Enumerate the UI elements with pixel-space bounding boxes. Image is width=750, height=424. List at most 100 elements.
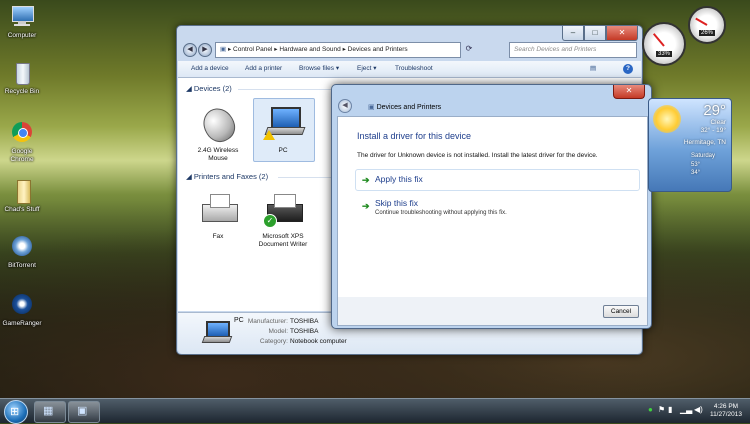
tray-flag-icon[interactable]: ⚑	[658, 405, 665, 414]
cpu-meter-gadget[interactable]: 33%	[642, 22, 686, 66]
system-clock[interactable]: 4:26 PM 11/27/2013	[710, 403, 742, 419]
group-title: Devices (2)	[193, 84, 232, 93]
breadcrumb-devices-printers[interactable]: Devices and Printers	[348, 46, 408, 53]
maximize-button[interactable]: □	[584, 26, 606, 41]
start-button[interactable]: ⊞	[4, 400, 28, 424]
forward-button[interactable]: ▶	[198, 43, 212, 57]
desktop-icon-recycle-bin[interactable]: Recycle Bin	[0, 60, 44, 96]
clock-time: 4:26 PM	[713, 403, 739, 410]
dialog-back-button[interactable]: ◀	[338, 99, 352, 113]
forecast-high: 53°	[691, 162, 701, 168]
browse-files-label: Browse files	[299, 65, 335, 72]
chevron-down-icon: ▾	[335, 65, 340, 72]
desktop-icon-bittorrent[interactable]: BitTorrent	[0, 234, 44, 270]
printer-fax[interactable]: Fax	[188, 190, 248, 241]
command-bar: Add a device Add a printer Browse files …	[178, 61, 641, 78]
search-placeholder: Search Devices and Printers	[514, 46, 597, 53]
add-printer-button[interactable]: Add a printer	[245, 61, 282, 77]
desktop-icon-gameranger[interactable]: GameRanger	[0, 292, 44, 328]
desktop-icon-folder[interactable]: Chad's Stuff	[0, 178, 44, 214]
weather-condition: Clear	[710, 119, 726, 126]
option-title: Skip this fix	[375, 198, 418, 208]
breadcrumb-control-panel[interactable]: Control Panel	[233, 46, 272, 53]
skip-fix-option[interactable]: ➔ Skip this fix Continue troubleshooting…	[355, 195, 640, 223]
chrome-icon	[9, 120, 35, 146]
manufacturer-label: Manufacturer:	[247, 318, 288, 325]
category-label: Category:	[259, 338, 288, 345]
desktop-icon-computer[interactable]: Computer	[0, 4, 44, 40]
cpu-percent: 33%	[656, 51, 673, 57]
group-header-printers[interactable]: ◢ Printers and Faxes (2)	[186, 172, 268, 181]
eject-button[interactable]: Eject ▾	[357, 61, 377, 77]
eject-label: Eject	[357, 65, 372, 72]
default-check-icon: ✓	[263, 214, 277, 228]
search-input[interactable]: Search Devices and Printers	[509, 42, 637, 58]
temp-range: 32° - 19°	[700, 127, 726, 134]
recycle-bin-icon	[9, 60, 35, 86]
ram-percent: 26%	[699, 30, 716, 36]
device-mouse[interactable]: 2.4G Wireless Mouse	[188, 102, 248, 163]
troubleshooter-icon: ▣	[368, 104, 375, 111]
address-field[interactable]: ▣ ▸ Control Panel ▸ Hardware and Sound ▸…	[215, 42, 461, 58]
troubleshoot-button[interactable]: Troubleshoot	[395, 61, 433, 77]
laptop-icon	[201, 319, 233, 345]
warning-icon	[263, 130, 275, 140]
desktop-icon-label: Google Chrome	[10, 148, 34, 163]
mouse-icon	[196, 102, 241, 148]
forecast-low: 34°	[691, 170, 701, 176]
refresh-icon[interactable]: ⟳	[463, 43, 475, 55]
address-separator: ▸	[274, 46, 278, 53]
apply-fix-option[interactable]: ➔ Apply this fix	[355, 169, 640, 191]
windows-logo-icon: ⊞	[10, 406, 20, 418]
dialog-heading: Install a driver for this device	[357, 131, 472, 141]
dialog-body: Install a driver for this device The dri…	[337, 116, 648, 298]
taskbar: ⊞ ▦ ▣ ● ⚑ ▮ ▁▃ ◀) 4:26 PM 11/27/2013	[0, 398, 750, 424]
device-label: 2.4G Wireless Mouse	[197, 147, 239, 162]
model-label: Model:	[268, 328, 288, 335]
browse-files-button[interactable]: Browse files ▾	[299, 61, 339, 77]
address-bar-row: ◀ ▶ ▣ ▸ Control Panel ▸ Hardware and Sou…	[181, 42, 637, 58]
help-icon[interactable]: ?	[623, 64, 633, 74]
green-arrow-icon: ➔	[362, 201, 370, 211]
add-device-button[interactable]: Add a device	[191, 61, 229, 77]
folder-icon	[9, 178, 35, 204]
tray-signal-icon[interactable]: ▁▃	[680, 405, 692, 414]
clock-date: 11/27/2013	[709, 411, 742, 418]
manufacturer-value: TOSHIBA	[290, 318, 319, 325]
device-pc[interactable]: PC	[253, 104, 313, 155]
dialog-title-text: Devices and Printers	[376, 104, 442, 111]
weather-gadget[interactable]: 29° Clear 32° - 19° Hermitage, TN Saturd…	[648, 98, 732, 192]
taskbar-devices-button[interactable]: ▣	[68, 401, 100, 423]
cancel-button[interactable]: Cancel	[603, 305, 639, 318]
printer-xps[interactable]: ✓ Microsoft XPS Document Writer	[253, 190, 313, 249]
tray-network-icon[interactable]: ●	[648, 405, 653, 414]
back-button[interactable]: ◀	[183, 43, 197, 57]
taskbar-explorer-button[interactable]: ▦	[34, 401, 66, 423]
bittorrent-icon	[9, 234, 35, 260]
breadcrumb-hardware-sound[interactable]: Hardware and Sound	[279, 46, 340, 53]
sun-icon	[653, 105, 681, 133]
desktop-icon-label: BitTorrent	[8, 262, 36, 269]
tray-volume-icon[interactable]: ◀)	[694, 405, 703, 414]
devices-icon: ▣	[77, 405, 88, 417]
ram-meter-gadget[interactable]: 26%	[688, 6, 726, 44]
group-header-devices[interactable]: ◢ Devices (2)	[186, 84, 232, 93]
desktop-icon-label: Recycle Bin	[4, 88, 40, 95]
forecast-day: Saturday	[691, 153, 716, 159]
tray-power-icon[interactable]: ▮	[668, 405, 672, 414]
troubleshooter-dialog[interactable]: ✕ ◀ ▣ Devices and Printers Install a dri…	[331, 84, 652, 329]
dialog-close-button[interactable]: ✕	[613, 85, 645, 99]
meter-needle	[652, 33, 665, 47]
view-options-icon[interactable]: ▤	[590, 61, 596, 77]
laptop-icon	[261, 104, 306, 144]
fax-icon	[196, 190, 240, 230]
dialog-title: ▣ Devices and Printers	[368, 103, 441, 111]
option-title: Apply this fix	[375, 174, 423, 184]
desktop-icon-chrome[interactable]: Google Chrome	[0, 120, 44, 164]
dialog-footer: Cancel	[337, 297, 648, 326]
close-button[interactable]: ✕	[606, 26, 638, 41]
control-panel-icon: ▣	[220, 46, 227, 53]
group-title: Printers and Faxes (2)	[193, 172, 269, 181]
computer-icon	[9, 4, 35, 30]
minimize-button[interactable]: –	[562, 26, 584, 41]
